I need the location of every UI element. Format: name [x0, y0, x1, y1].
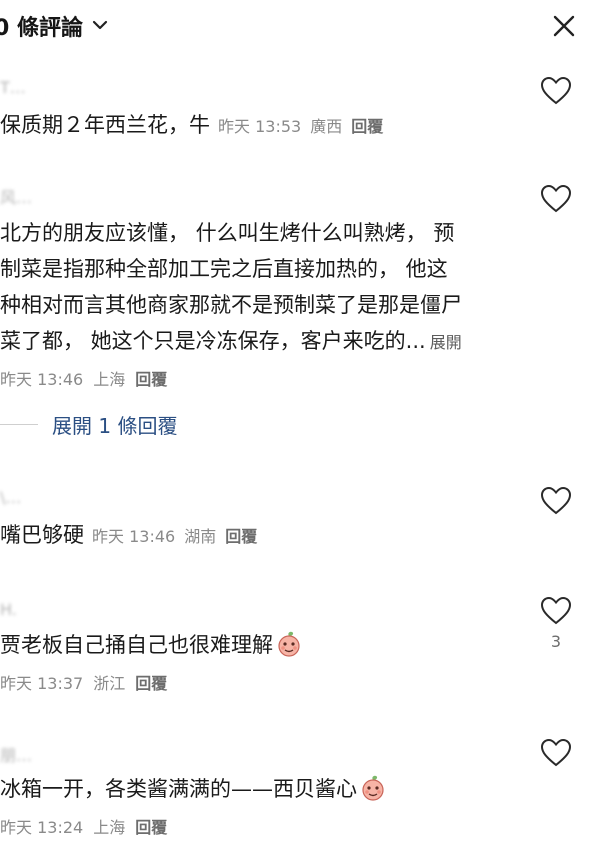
- reply-button[interactable]: 回覆: [351, 117, 383, 136]
- comment-count-title[interactable]: 0 條評論: [0, 10, 83, 42]
- comment-text-line-4: 菜了都， 她这个只是冷冻保存，客户来吃的... 展開: [0, 324, 462, 360]
- comment-meta: 昨天 13:46 湖南 回覆: [92, 527, 266, 546]
- comment-item: H. 贾老板自己捅自己也很难理解 昨天 13:37 浙江 回覆 3: [0, 596, 600, 706]
- comment-location: 上海: [93, 818, 126, 837]
- expand-text-button[interactable]: 展開: [430, 333, 462, 352]
- heart-outline-icon[interactable]: [540, 486, 572, 516]
- reply-button[interactable]: 回覆: [135, 674, 167, 693]
- comment-time: 昨天 13:24: [0, 818, 84, 837]
- comment-meta: 昨天 13:46 上海 回覆: [0, 366, 177, 390]
- comment-text-last: 菜了都， 她这个只是冷冻保存，客户来吃的...: [0, 329, 426, 353]
- comment-text: 贾老板自己捅自己也很难理解: [0, 628, 303, 662]
- heart-outline-icon[interactable]: [540, 596, 572, 626]
- heart-outline-icon[interactable]: [540, 738, 572, 768]
- comments-header: 0 條評論: [0, 0, 600, 56]
- comment-username[interactable]: 风…: [0, 184, 32, 208]
- comment-location: 浙江: [93, 674, 126, 693]
- comment-time: 昨天 13:53: [218, 117, 302, 136]
- comment-location: 湖南: [184, 527, 217, 546]
- reply-button[interactable]: 回覆: [135, 370, 167, 389]
- peach-emoji-icon: [362, 775, 384, 801]
- comment-meta: 昨天 13:53 廣西 回覆: [218, 117, 392, 136]
- like-count: 3: [550, 632, 562, 651]
- comment-meta: 昨天 13:24 上海 回覆: [0, 814, 177, 838]
- reply-button[interactable]: 回覆: [135, 818, 167, 837]
- comment-text-line-3: 种相对而言其他商家那就不是预制菜了是那是僵尸: [0, 293, 462, 317]
- comment-username[interactable]: \…: [0, 488, 21, 507]
- comment-text-line-1: 北方的朋友应该懂， 什么叫生烤什么叫熟烤， 预: [0, 221, 455, 245]
- comment-item: T… 保质期２年西兰花，牛 昨天 13:53 廣西 回覆: [0, 72, 600, 152]
- heart-outline-icon[interactable]: [540, 76, 572, 106]
- comment-body: 贾老板自己捅自己也很难理解: [0, 633, 273, 657]
- comment-time: 昨天 13:37: [0, 674, 84, 693]
- comment-meta: 昨天 13:37 浙江 回覆: [0, 670, 177, 694]
- comment-username[interactable]: 朋…: [0, 742, 32, 766]
- comment-text: 保质期２年西兰花，牛 昨天 13:53 廣西 回覆: [0, 108, 392, 144]
- close-icon[interactable]: [550, 12, 578, 40]
- comment-body: 嘴巴够硬: [0, 523, 84, 547]
- comment-text-line-2: 制菜是指那种全部加工完之后直接加热的， 他这: [0, 257, 448, 281]
- heart-outline-icon[interactable]: [540, 184, 572, 214]
- comment-body: 冰箱一开，各类酱满满的——西贝酱心: [0, 777, 357, 801]
- chevron-down-icon[interactable]: [90, 15, 110, 35]
- divider: [0, 424, 38, 425]
- reply-button[interactable]: 回覆: [225, 527, 257, 546]
- expand-replies-row[interactable]: 展開 1 條回覆: [0, 408, 600, 442]
- comment-item: \… 嘴巴够硬 昨天 13:46 湖南 回覆: [0, 484, 600, 564]
- comment-location: 上海: [93, 370, 126, 389]
- expand-replies-button[interactable]: 展開 1 條回覆: [52, 410, 177, 439]
- comment-text: 嘴巴够硬 昨天 13:46 湖南 回覆: [0, 518, 266, 554]
- comment-item: 风… 北方的朋友应该懂， 什么叫生烤什么叫熟烤， 预 制菜是指那种全部加工完之后…: [0, 180, 600, 400]
- peach-emoji-icon: [278, 631, 300, 657]
- comment-time: 昨天 13:46: [92, 527, 176, 546]
- comment-location: 廣西: [310, 117, 343, 136]
- comment-username[interactable]: H.: [0, 600, 17, 619]
- comment-item: 朋… 冰箱一开，各类酱满满的——西贝酱心 昨天 13:24 上海 回覆: [0, 738, 600, 850]
- comment-text: 冰箱一开，各类酱满满的——西贝酱心: [0, 772, 387, 806]
- comment-body: 保质期２年西兰花，牛: [0, 113, 210, 137]
- comment-username[interactable]: T…: [0, 78, 26, 97]
- comment-time: 昨天 13:46: [0, 370, 84, 389]
